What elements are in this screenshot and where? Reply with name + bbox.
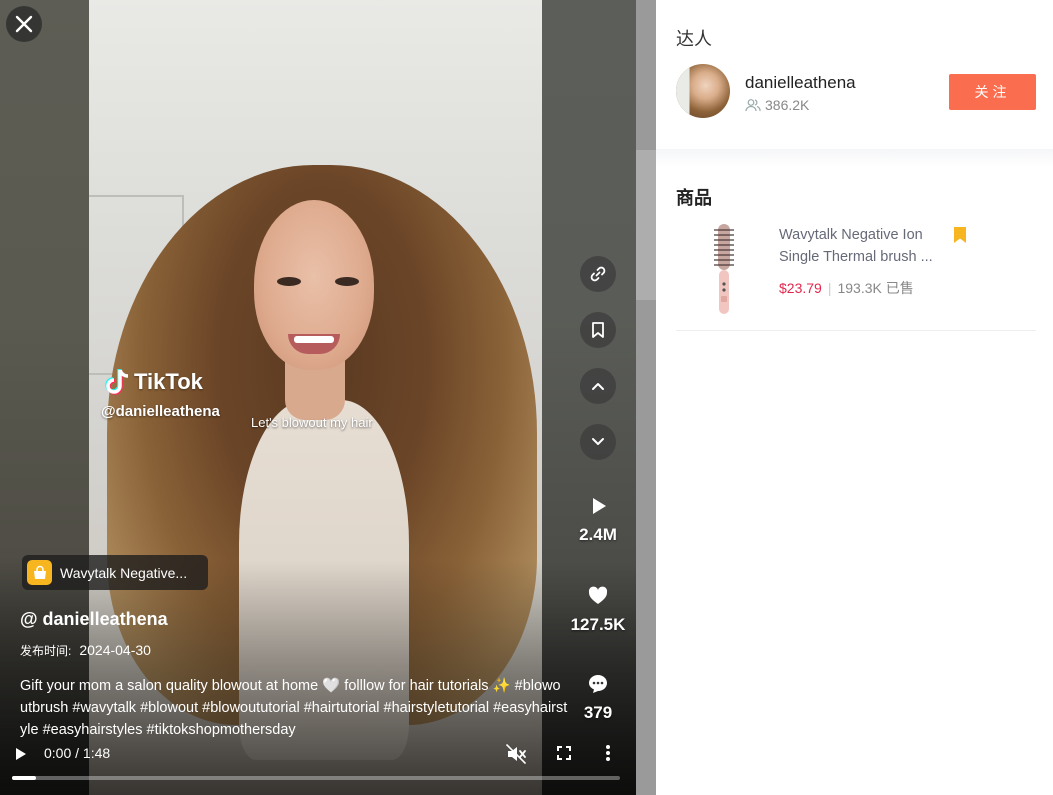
shopping-bag-icon <box>27 560 52 585</box>
heart-icon <box>588 586 608 604</box>
copy-link-button[interactable] <box>580 256 616 292</box>
bookmark-filled-icon <box>954 227 966 243</box>
time-display: 0:00 / 1:48 <box>44 745 111 761</box>
publish-label: 发布时间: <box>20 644 72 658</box>
followers-icon <box>745 99 761 112</box>
video-controls: 0:00 / 1:48 <box>0 740 636 770</box>
avatar-background <box>676 64 730 118</box>
bookmark-icon <box>592 322 604 338</box>
mute-icon <box>506 744 526 764</box>
section-divider <box>656 149 1053 167</box>
product-sold: 193.3K 已售 <box>837 280 914 296</box>
save-video-button[interactable] <box>580 312 616 348</box>
avatar[interactable] <box>676 64 730 118</box>
publish-info: 发布时间: 2024-04-30 <box>20 642 151 659</box>
product-name-line1: Wavytalk Negative Ion <box>779 227 923 243</box>
background-page-section <box>636 150 656 300</box>
play-icon <box>16 748 26 760</box>
play-button[interactable] <box>14 746 28 767</box>
video-scene-eye-right <box>335 277 359 286</box>
product-card[interactable]: Wavytalk Negative Ion Single Thermal bru… <box>676 220 1036 331</box>
link-icon <box>590 266 606 282</box>
chevron-down-icon <box>592 438 604 445</box>
tiktok-watermark: TikTok <box>104 368 203 396</box>
chevron-up-icon <box>592 383 604 390</box>
close-icon <box>15 15 33 33</box>
video-player[interactable]: TikTok @danielleathena Let's blowout my … <box>0 0 636 795</box>
video-description: Gift your mom a salon quality blowout at… <box>20 678 568 738</box>
product-name-line2: Single Thermal brush ... <box>779 249 933 265</box>
publish-date: 2024-04-30 <box>79 642 151 658</box>
comment-icon <box>589 675 607 693</box>
tiktok-watermark-text: TikTok <box>134 369 203 394</box>
plays-count: 2.4M <box>579 525 617 544</box>
app-root: TikTok @danielleathena Let's blowout my … <box>0 0 1053 795</box>
product-meta: $23.79 | 193.3K 已售 <box>779 278 914 298</box>
follow-button[interactable]: 关注 <box>949 74 1036 110</box>
influencer-section-title: 达人 <box>676 29 712 49</box>
fullscreen-button[interactable] <box>555 744 573 767</box>
play-count-icon <box>593 498 606 514</box>
influencer-card: danielleathena 386.2K 关注 <box>676 64 1036 120</box>
tiktok-logo-icon <box>105 369 129 395</box>
more-icon <box>606 745 610 761</box>
next-video-button[interactable] <box>580 424 616 460</box>
meta-separator: | <box>827 280 832 296</box>
video-progress-fill <box>12 776 37 780</box>
plays-stat: 2.4M <box>562 495 634 545</box>
goods-section-title: 商品 <box>676 188 712 208</box>
product-chip-label: Wavytalk Negative... <box>60 564 188 581</box>
comments-count: 379 <box>583 703 613 722</box>
influencer-name[interactable]: danielleathena <box>745 73 856 93</box>
mute-button[interactable] <box>505 743 527 770</box>
tiktok-watermark-handle: @danielleathena <box>101 403 220 420</box>
video-scene-eye-left <box>277 277 301 286</box>
favorite-product-button[interactable] <box>953 226 967 249</box>
likes-count: 127.5K <box>570 615 626 634</box>
video-author[interactable]: @ danielleathena <box>20 609 168 630</box>
close-button[interactable] <box>6 6 42 42</box>
product-thumbnail[interactable] <box>704 222 744 318</box>
comments-stat[interactable]: 379 <box>562 673 634 723</box>
influencer-fans: 386.2K <box>745 97 809 113</box>
detail-panel: 达人 danielleathena 386.2K 关注 商品 Wavytalk … <box>656 0 1053 795</box>
fullscreen-icon <box>557 746 571 760</box>
likes-stat[interactable]: 127.5K <box>562 585 634 635</box>
product-chip[interactable]: Wavytalk Negative... <box>22 555 208 590</box>
more-options-button[interactable] <box>604 743 612 768</box>
video-caption-overlay: Let's blowout my hair <box>251 415 373 430</box>
influencer-fans-count: 386.2K <box>765 97 810 113</box>
video-progress-bar[interactable] <box>12 776 620 780</box>
product-price: $23.79 <box>779 280 822 296</box>
previous-video-button[interactable] <box>580 368 616 404</box>
product-name[interactable]: Wavytalk Negative Ion Single Thermal bru… <box>779 224 944 268</box>
background-page-strip <box>636 0 656 795</box>
